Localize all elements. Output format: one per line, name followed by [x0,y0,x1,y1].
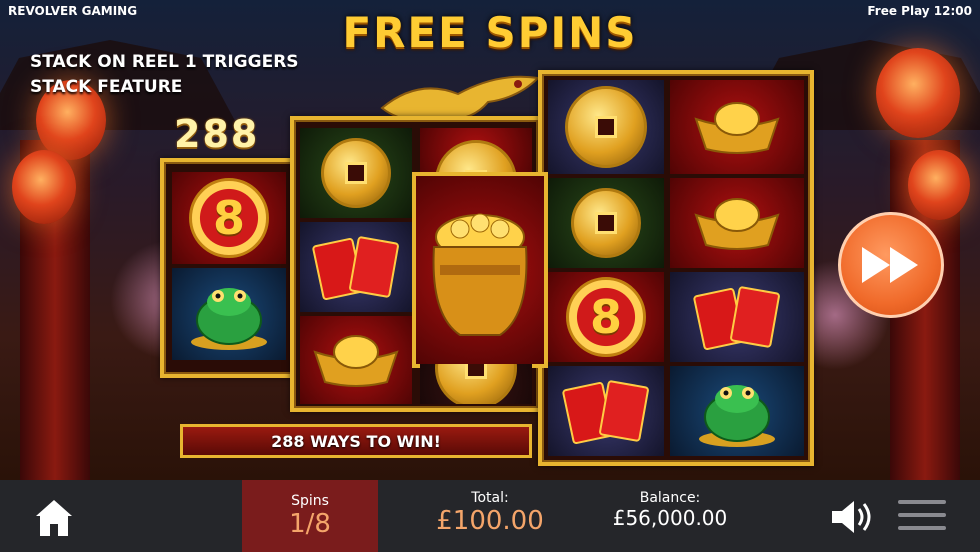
gold-coin-icon [435,139,517,176]
stack-message-line1: STACK ON REEL 1 TRIGGERS [30,52,299,72]
copper-coin-icon [571,188,641,258]
ways-count: 288 [174,112,260,156]
total-panel: Total: £100.00 [400,490,580,536]
red-envelopes-icon [693,286,780,351]
gold-ingot-icon [313,335,399,387]
jade-frog-icon [699,385,775,447]
spins-value: 1/8 [289,509,331,539]
balance-panel: Balance: £56,000.00 [590,490,750,530]
balance-label: Balance: [639,490,701,506]
reel3-symbol-copper-coin-partial [420,364,532,404]
reel4-symbol-red-envelopes [548,366,664,456]
speaker-icon [832,501,871,533]
lantern-icon [12,150,76,224]
reel5-symbol-red-envelopes [670,272,804,362]
reel2-symbol-red-envelopes [300,222,412,312]
balance-value: £56,000.00 [612,506,728,530]
stack-feature-message: STACK ON REEL 1 TRIGGERS STACK FEATURE [30,50,310,100]
ways-to-win-banner: 288 WAYS TO WIN! [180,424,532,458]
reel3-symbol-gold-coin-partial [420,128,532,176]
reel4-symbol-gold-8: 8 [548,272,664,362]
gold-ingot-icon [694,102,780,154]
reel4-symbol-gold-coin [548,80,664,174]
reel5-symbol-gold-ingot [670,178,804,268]
copper-coin-icon [321,138,391,208]
copper-coin-icon [435,364,517,404]
reel1-symbol-jade-frog [172,268,286,360]
gold-8-coin-icon: 8 [189,178,269,258]
pot-of-gold-icon [432,213,528,336]
home-button[interactable] [32,496,76,540]
red-envelopes-icon [312,236,399,301]
jade-frog-icon [191,288,267,350]
home-icon [36,500,72,536]
spins-panel: Spins 1/8 [242,480,378,552]
fast-forward-icon [862,247,918,283]
total-value: £100.00 [436,506,544,536]
gold-8-coin-icon: 8 [566,277,646,357]
reel2-symbol-gold-ingot [300,316,412,404]
reel3-symbol-pot-of-gold [412,172,548,368]
menu-button[interactable] [898,500,946,534]
gold-coin-icon [565,86,647,168]
fast-forward-button[interactable] [838,212,944,318]
sound-button[interactable] [828,497,876,537]
total-label: Total: [471,490,509,506]
reel5-symbol-jade-frog [670,366,804,456]
reel4-symbol-copper-coin [548,178,664,268]
stack-message-line2: STACK FEATURE [30,77,183,97]
reel2-symbol-copper-coin [300,128,412,218]
lantern-icon [876,48,960,138]
lantern-icon [908,150,970,220]
reel5-symbol-gold-ingot [670,80,804,174]
hamburger-menu-icon [898,500,946,530]
red-envelopes-icon [562,380,649,445]
spins-label: Spins [291,493,329,509]
gold-ingot-icon [694,198,780,250]
reel1-symbol-gold-8: 8 [172,172,286,264]
